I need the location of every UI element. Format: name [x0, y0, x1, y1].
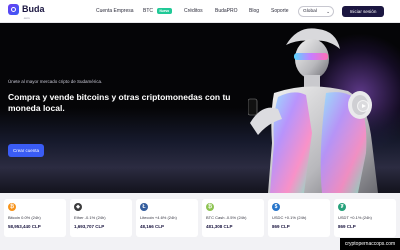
nav-cuenta-empresa[interactable]: Cuenta Empresa — [96, 8, 134, 14]
bitcoin-icon: ₿ — [8, 203, 16, 211]
coin-price: 869 CLP — [272, 224, 290, 229]
language-value: Global — [303, 9, 317, 14]
buda-logo-icon — [8, 4, 19, 15]
coin-card-bitcoin-cash[interactable]: ₿ BTC Cash -0.5% (24h) 481,308 CLP — [202, 199, 264, 237]
brand-name: Buda — [22, 4, 45, 14]
statue-image — [248, 28, 378, 193]
coin-price: 869 CLP — [338, 224, 356, 229]
bitcoin-cash-icon: ₿ — [206, 203, 214, 211]
nav-btc[interactable]: BTC — [143, 8, 153, 14]
coin-change: USDT +0.1% (24h) — [338, 215, 372, 220]
usdc-icon: $ — [272, 203, 280, 211]
coin-card-ether[interactable]: ◆ Ether -0.1% (24h) 1,693,707 CLP — [70, 199, 132, 237]
coin-change: Bitcoin 0.0% (24h) — [8, 215, 41, 220]
litecoin-icon: Ł — [140, 203, 148, 211]
chevron-down-icon: ⌄ — [326, 9, 330, 14]
login-button[interactable]: Iniciar sesión — [342, 6, 384, 17]
buda-logo[interactable]: Buda .com — [8, 4, 45, 20]
coin-price: 58,953,440 CLP — [8, 224, 41, 229]
coin-price: 481,308 CLP — [206, 224, 233, 229]
brand-sub: .com — [23, 16, 30, 20]
hero-title: Compra y vende bitcoins y otras criptomo… — [8, 92, 231, 113]
usdt-icon: ₮ — [338, 203, 346, 211]
coin-card-bitcoin[interactable]: ₿ Bitcoin 0.0% (24h) 58,953,440 CLP — [4, 199, 66, 237]
watermark: cryptopernaccops.com — [340, 238, 400, 250]
coin-card-usdt[interactable]: ₮ USDT +0.1% (24h) 869 CLP — [334, 199, 396, 237]
page: Buda .com Cuenta Empresa BTC Nuevo Crédi… — [0, 0, 400, 250]
coin-change: Litecoin +4.6% (24h) — [140, 215, 177, 220]
coin-change: USDC +0.1% (24h) — [272, 215, 307, 220]
coin-card-litecoin[interactable]: Ł Litecoin +4.6% (24h) 48,166 CLP — [136, 199, 198, 237]
create-account-button[interactable]: Crear cuenta — [8, 144, 44, 157]
coin-change: Ether -0.1% (24h) — [74, 215, 106, 220]
coin-price: 1,693,707 CLP — [74, 224, 105, 229]
hero-subtitle: Únete al mayor mercado cripto de Sudamér… — [8, 79, 103, 84]
coin-price: 48,166 CLP — [140, 224, 165, 229]
ether-icon: ◆ — [74, 203, 82, 211]
nav-soporte[interactable]: Soporte — [271, 8, 289, 14]
coin-change: BTC Cash -0.5% (24h) — [206, 215, 247, 220]
top-nav: Buda .com Cuenta Empresa BTC Nuevo Crédi… — [0, 0, 400, 23]
nav-creditos[interactable]: Créditos — [184, 8, 203, 14]
new-badge: Nuevo — [157, 8, 172, 14]
language-select[interactable]: Global ⌄ — [298, 6, 334, 17]
nav-blog[interactable]: Blog — [249, 8, 259, 14]
nav-budapro[interactable]: BudaPRO — [215, 8, 238, 14]
coin-card-usdc[interactable]: $ USDC +0.1% (24h) 869 CLP — [268, 199, 330, 237]
hero-banner: Únete al mayor mercado cripto de Sudamér… — [0, 23, 400, 193]
play-icon[interactable] — [357, 100, 369, 112]
